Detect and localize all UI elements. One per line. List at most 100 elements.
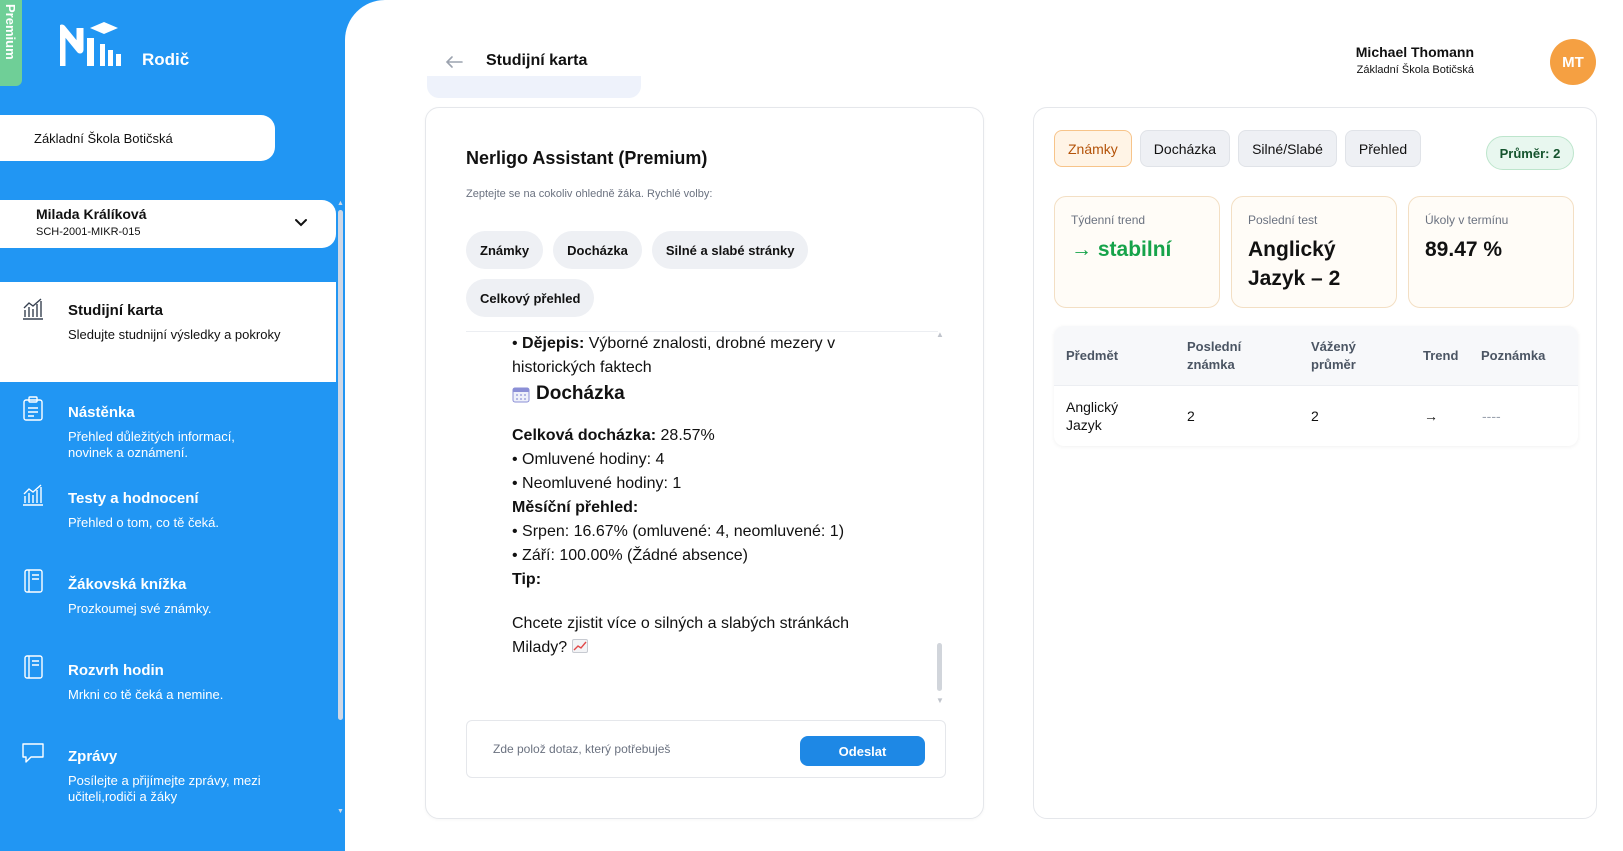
- quick-option-dochazka[interactable]: Docházka: [553, 231, 642, 269]
- role-label: Rodič: [142, 50, 190, 69]
- page-title: Studijní karta: [486, 52, 588, 69]
- scroll-up-arrow-icon[interactable]: ▲: [337, 200, 344, 207]
- stat-label: Poslední test: [1248, 213, 1318, 227]
- message-line: Měsíční přehled:: [512, 496, 872, 520]
- chart-increasing-icon: [571, 639, 588, 653]
- clipboard-icon: [23, 396, 43, 421]
- stat-label: Úkoly v termínu: [1425, 213, 1509, 227]
- column-header-last-grade: Poslední známka: [1187, 339, 1242, 372]
- scroll-down-arrow-icon[interactable]: ▼: [337, 808, 344, 815]
- chat-bubble-icon: [22, 743, 44, 763]
- message-line: Chcete zjistit více o silných a slabých …: [512, 612, 872, 660]
- cell-note: ----: [1482, 408, 1501, 424]
- message-text: 28.57%: [660, 427, 715, 444]
- sidebar-item-title: Zprávy: [68, 748, 118, 765]
- sidebar-nav: Studijní karta Sledujte studnijní výsled…: [0, 282, 336, 812]
- tab-silne-slabe[interactable]: Silné/Slabé: [1238, 130, 1337, 167]
- message-label: Tip:: [512, 571, 542, 588]
- calendar-icon: [512, 387, 530, 403]
- trend-arrow-icon: →: [1071, 238, 1092, 261]
- message-heading: Docházka: [512, 382, 872, 406]
- chart-icon: [23, 484, 43, 506]
- sidebar-item-testy[interactable]: Testy a hodnocení Přehled o tom, co tě č…: [0, 468, 336, 554]
- school-name: Základní Škola Botičská: [34, 130, 173, 146]
- student-selector[interactable]: Milada Králíková SCH-2001-MIKR-015: [0, 200, 336, 248]
- message-heading-text: Docházka: [536, 383, 625, 404]
- column-header-note: Poznámka: [1481, 348, 1546, 363]
- sidebar-item-title: Nástěnka: [68, 404, 135, 421]
- stat-value: → stabilní: [1071, 235, 1203, 264]
- book-icon: [24, 569, 43, 593]
- tab-znamky[interactable]: Známky: [1054, 130, 1132, 167]
- message-line: • Dějepis: Výborné znalosti, drobné meze…: [512, 335, 836, 376]
- assistant-card: Nerligo Assistant (Premium) Zeptejte se …: [425, 107, 984, 819]
- sidebar-item-nastenka[interactable]: Nástěnka Přehled důležitých informací, n…: [0, 382, 336, 468]
- grades-panel: Známky Docházka Silné/Slabé Přehled Prům…: [1033, 107, 1597, 819]
- column-header-trend: Trend: [1423, 348, 1459, 363]
- tab-dochazka[interactable]: Docházka: [1139, 130, 1231, 167]
- chevron-down-icon[interactable]: [294, 216, 308, 230]
- message-label: Celková docházka:: [512, 427, 657, 444]
- message-line: • Srpen: 16.67% (omluvené: 4, neomluvené…: [512, 523, 845, 540]
- sidebar-item-studijni-karta[interactable]: Studijní karta Sledujte studnijní výsled…: [0, 282, 336, 382]
- chat-input-container: Odeslat: [466, 720, 946, 778]
- student-id: SCH-2001-MIKR-015: [36, 226, 141, 238]
- message-text: Neomluvené hodiny: 1: [522, 475, 682, 492]
- quick-options: Známky Docházka Silné a slabé stránky Ce…: [466, 231, 866, 317]
- message-line: Celková docházka: 28.57%: [512, 424, 872, 448]
- chat-scroll-down-icon[interactable]: ▼: [936, 696, 944, 705]
- book-icon: [24, 655, 43, 679]
- stat-weekly-trend: Týdenní trend → stabilní: [1054, 196, 1220, 308]
- sidebar-item-title: Rozvrh hodin: [68, 662, 164, 679]
- user-school: Základní Škola Botičská: [1356, 64, 1474, 76]
- avatar[interactable]: MT: [1550, 39, 1596, 85]
- sidebar-item-desc: Přehled důležitých informací, novinek a …: [68, 429, 235, 460]
- quick-option-prehled[interactable]: Celkový přehled: [466, 279, 595, 317]
- tab-prehled[interactable]: Přehled: [1344, 130, 1422, 167]
- message-text: Chcete zjistit více o silných a slabých …: [512, 615, 850, 656]
- message-text: Září: 100.00% (Žádné absence): [522, 547, 748, 564]
- premium-tag: Premium: [0, 0, 22, 86]
- sidebar-item-title: Studijní karta: [68, 302, 164, 319]
- message-label: Měsíční přehled:: [512, 499, 639, 516]
- quick-option-silne-slabe[interactable]: Silné a slabé stránky: [651, 231, 809, 269]
- panel-tabs: Známky Docházka Silné/Slabé Přehled: [1054, 130, 1422, 167]
- column-header-subject: Předmět: [1066, 348, 1119, 363]
- user-name: Michael Thomann: [1355, 44, 1474, 60]
- sidebar-item-desc: Posílejte a přijímejte zprávy, mezi učit…: [68, 773, 261, 804]
- message-text: Srpen: 16.67% (omluvené: 4, neomluvené: …: [522, 523, 845, 540]
- sidebar-item-desc: Mrkni co tě čeká a nemine.: [68, 687, 224, 702]
- school-selector[interactable]: Základní Škola Botičská: [0, 115, 275, 161]
- assistant-subtitle: Zeptejte se na cokoliv ohledně žáka. Ryc…: [466, 188, 713, 200]
- sidebar-item-zpravy[interactable]: Zprávy Posílejte a přijímejte zprávy, me…: [0, 726, 336, 812]
- cell-weighted-avg: 2: [1311, 408, 1319, 424]
- sidebar-item-rozvrh[interactable]: Rozvrh hodin Mrkni co tě čeká a nemine.: [0, 640, 336, 726]
- average-badge: Průměr: 2: [1486, 136, 1574, 170]
- quick-option-znamky[interactable]: Známky: [466, 231, 544, 269]
- back-arrow-icon[interactable]: [444, 52, 464, 72]
- message-text: Omluvené hodiny: 4: [522, 451, 665, 468]
- cell-last-grade: 2: [1187, 408, 1195, 424]
- send-button[interactable]: Odeslat: [800, 736, 925, 766]
- message-line: • Omluvené hodiny: 4: [512, 451, 665, 468]
- chat-scroll-up-icon[interactable]: ▲: [936, 330, 944, 339]
- chat-messages[interactable]: • Dějepis: Výborné znalosti, drobné meze…: [466, 331, 938, 701]
- stat-tasks-on-time: Úkoly v termínu 89.47 %: [1408, 196, 1574, 308]
- sidebar: Premium Rodič Základní Škola Botičská Mi…: [0, 0, 345, 851]
- table-header: Předmět Poslední známka Vážený průměr Tr…: [1054, 326, 1578, 386]
- stat-value-text: stabilní: [1097, 238, 1172, 261]
- chart-icon: [23, 298, 43, 320]
- sidebar-item-desc: Prozkoumej své známky.: [68, 601, 212, 616]
- sidebar-item-title: Žákovská knížka: [68, 576, 187, 593]
- sidebar-item-zakovska[interactable]: Žákovská knížka Prozkoumej své známky.: [0, 554, 336, 640]
- cell-trend: →: [1424, 408, 1438, 424]
- message-line: • Neomluvené hodiny: 1: [512, 475, 682, 492]
- column-header-weighted-avg: Vážený průměr: [1311, 339, 1356, 372]
- chat-input[interactable]: [493, 739, 773, 759]
- app-logo[interactable]: [60, 20, 122, 70]
- chat-scrollbar[interactable]: [937, 643, 942, 691]
- message-label: Dějepis:: [522, 335, 585, 352]
- student-name: Milada Králíková: [36, 206, 147, 222]
- stat-label: Týdenní trend: [1071, 213, 1146, 227]
- sidebar-scrollbar[interactable]: [338, 210, 343, 720]
